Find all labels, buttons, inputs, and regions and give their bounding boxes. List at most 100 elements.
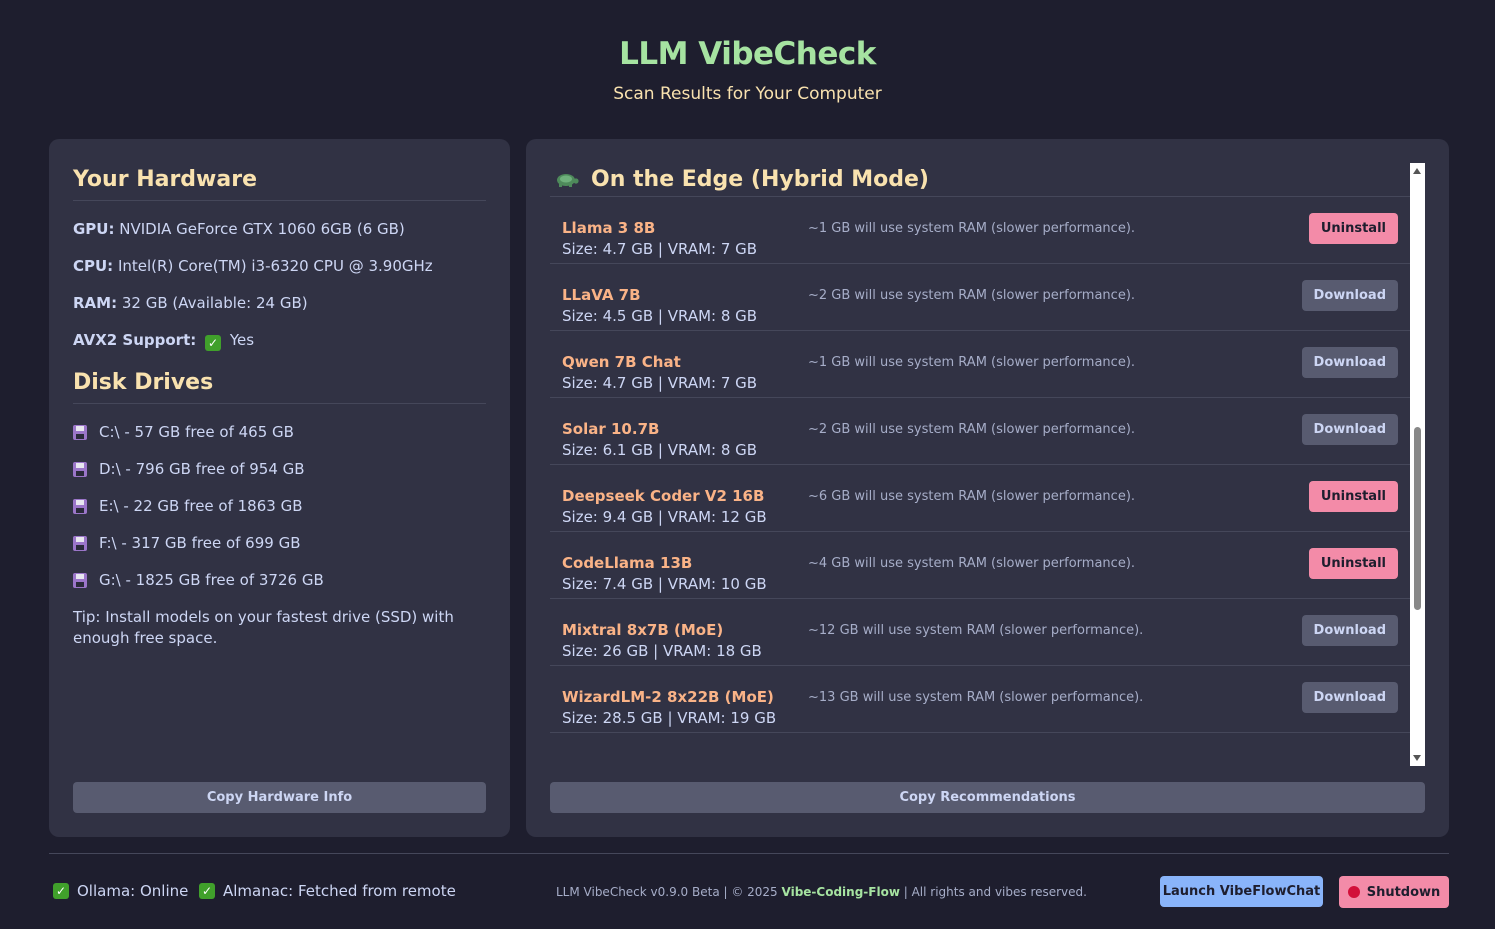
model-row: LLaVA 7B Size: 4.5 GB | VRAM: 8 GB ~2 GB… <box>550 264 1410 331</box>
install-tip: Tip: Install models on your fastest driv… <box>73 608 454 647</box>
floppy-disk-icon <box>73 461 87 477</box>
model-note: ~4 GB will use system RAM (slower perfor… <box>808 556 1136 571</box>
model-name: Qwen 7B Chat <box>562 353 681 371</box>
shutdown-button[interactable]: Shutdown <box>1339 876 1449 908</box>
app-title: LLM VibeCheck <box>619 36 876 72</box>
uninstall-button[interactable]: Uninstall <box>1308 548 1398 579</box>
download-button[interactable]: Download <box>1301 414 1398 445</box>
floppy-disk-icon <box>73 498 87 514</box>
checkmark-icon: ✓ <box>53 883 69 899</box>
uninstall-button[interactable]: Uninstall <box>1308 213 1398 244</box>
cpu-label: CPU: <box>73 257 114 275</box>
model-name: Llama 3 8B <box>562 219 656 237</box>
copy-hardware-button[interactable]: Copy Hardware Info <box>73 782 486 813</box>
disk-item: D:\ - 796 GB free of 954 GB <box>73 460 486 478</box>
model-specs: Size: 4.5 GB | VRAM: 8 GB <box>562 307 758 325</box>
disk-item: C:\ - 57 GB free of 465 GB <box>73 423 486 441</box>
scroll-up-arrow-icon[interactable] <box>1413 168 1421 174</box>
model-note: ~13 GB will use system RAM (slower perfo… <box>808 690 1144 705</box>
disk-item: G:\ - 1825 GB free of 3726 GB <box>73 571 486 589</box>
download-button[interactable]: Download <box>1301 347 1398 378</box>
model-specs: Size: 7.4 GB | VRAM: 10 GB <box>562 575 767 593</box>
model-note: ~1 GB will use system RAM (slower perfor… <box>808 355 1136 370</box>
disk-item-label: G:\ - 1825 GB free of 3726 GB <box>99 571 324 589</box>
model-row: Qwen 7B Chat Size: 4.7 GB | VRAM: 7 GB ~… <box>550 331 1410 398</box>
disk-item-label: F:\ - 317 GB free of 699 GB <box>99 534 301 552</box>
model-row: WizardLM-2 8x22B (MoE) Size: 28.5 GB | V… <box>550 666 1410 733</box>
scrollbar-thumb[interactable] <box>1414 427 1421 610</box>
ram-line: RAM: 32 GB (Available: 24 GB) <box>73 294 486 312</box>
model-row: Llama 3 8B Size: 4.7 GB | VRAM: 7 GB ~1 … <box>550 197 1410 264</box>
model-specs: Size: 4.7 GB | VRAM: 7 GB <box>562 240 758 258</box>
model-specs: Size: 28.5 GB | VRAM: 19 GB <box>562 709 777 727</box>
hardware-heading: Your Hardware <box>73 167 486 201</box>
download-button[interactable]: Download <box>1301 682 1398 713</box>
model-specs: Size: 4.7 GB | VRAM: 7 GB <box>562 374 758 392</box>
gpu-value: NVIDIA GeForce GTX 1060 6GB (6 GB) <box>119 220 405 238</box>
model-note: ~6 GB will use system RAM (slower perfor… <box>808 489 1136 504</box>
model-specs: Size: 6.1 GB | VRAM: 8 GB <box>562 441 758 459</box>
disk-item: F:\ - 317 GB free of 699 GB <box>73 534 486 552</box>
model-specs: Size: 9.4 GB | VRAM: 12 GB <box>562 508 767 526</box>
shutdown-label: Shutdown <box>1366 884 1441 900</box>
model-name: Mixtral 8x7B (MoE) <box>562 621 724 639</box>
disk-item-label: C:\ - 57 GB free of 465 GB <box>99 423 294 441</box>
almanac-status: ✓ Almanac: Fetched from remote <box>199 882 456 900</box>
footer-copyright: LLM VibeCheck v0.9.0 Beta | © 2025 Vibe-… <box>556 885 1087 899</box>
download-button[interactable]: Download <box>1301 615 1398 646</box>
disk-item-label: D:\ - 796 GB free of 954 GB <box>99 460 305 478</box>
avx-value: Yes <box>229 331 255 349</box>
almanac-status-label: Almanac: Fetched from remote <box>223 882 456 900</box>
floppy-disk-icon <box>73 572 87 588</box>
uninstall-button[interactable]: Uninstall <box>1308 481 1398 512</box>
disk-item: E:\ - 22 GB free of 1863 GB <box>73 497 486 515</box>
app-subtitle: Scan Results for Your Computer <box>613 84 882 104</box>
scroll-down-arrow-icon[interactable] <box>1413 755 1421 761</box>
hardware-panel: Your Hardware GPU: NVIDIA GeForce GTX 10… <box>49 139 510 837</box>
disk-item-label: E:\ - 22 GB free of 1863 GB <box>99 497 303 515</box>
cpu-value: Intel(R) Core(TM) i3-6320 CPU @ 3.90GHz <box>117 257 433 275</box>
floppy-disk-icon <box>73 535 87 551</box>
checkmark-icon: ✓ <box>205 335 222 351</box>
cpu-line: CPU: Intel(R) Core(TM) i3-6320 CPU @ 3.9… <box>73 257 486 275</box>
ram-value: 32 GB (Available: 24 GB) <box>121 294 308 312</box>
tier-heading: On the Edge (Hybrid Mode) <box>550 163 1410 197</box>
turtle-icon <box>557 173 579 187</box>
gpu-line: GPU: NVIDIA GeForce GTX 1060 6GB (6 GB) <box>73 220 486 238</box>
recommendations-panel: On the Edge (Hybrid Mode) Llama 3 8B Siz… <box>526 139 1449 837</box>
disk-heading: Disk Drives <box>73 370 486 404</box>
model-name: Deepseek Coder V2 16B <box>562 487 765 505</box>
model-note: ~12 GB will use system RAM (slower perfo… <box>808 623 1144 638</box>
model-note: ~2 GB will use system RAM (slower perfor… <box>808 422 1136 437</box>
model-specs: Size: 26 GB | VRAM: 18 GB <box>562 642 762 660</box>
model-row: Deepseek Coder V2 16B Size: 9.4 GB | VRA… <box>550 465 1410 532</box>
copyright-suffix: | All rights and vibes reserved. <box>899 885 1087 899</box>
tier-heading-label: On the Edge (Hybrid Mode) <box>591 167 929 192</box>
floppy-disk-icon <box>73 424 87 440</box>
scrollbar[interactable] <box>1410 163 1425 766</box>
red-circle-icon <box>1347 886 1360 898</box>
model-name: LLaVA 7B <box>562 286 641 304</box>
ollama-status: ✓ Ollama: Online <box>53 882 188 900</box>
model-note: ~2 GB will use system RAM (slower perfor… <box>808 288 1136 303</box>
copy-recommendations-button[interactable]: Copy Recommendations <box>550 782 1425 813</box>
model-row: Mixtral 8x7B (MoE) Size: 26 GB | VRAM: 1… <box>550 599 1410 666</box>
page-header: LLM VibeCheck Scan Results for Your Comp… <box>0 36 1495 104</box>
model-name: Solar 10.7B <box>562 420 660 438</box>
model-note: ~1 GB will use system RAM (slower perfor… <box>808 221 1136 236</box>
download-button[interactable]: Download <box>1301 280 1398 311</box>
avx-label: AVX2 Support: <box>73 331 197 349</box>
recommendations-list[interactable]: On the Edge (Hybrid Mode) Llama 3 8B Siz… <box>550 163 1410 766</box>
ollama-status-label: Ollama: Online <box>77 882 189 900</box>
copyright-prefix: LLM VibeCheck v0.9.0 Beta | © 2025 <box>556 885 782 899</box>
model-row: Solar 10.7B Size: 6.1 GB | VRAM: 8 GB ~2… <box>550 398 1410 465</box>
avx-line: AVX2 Support: ✓ Yes <box>73 331 486 351</box>
model-row: CodeLlama 13B Size: 7.4 GB | VRAM: 10 GB… <box>550 532 1410 599</box>
launch-vibeflowchat-button[interactable]: Launch VibeFlowChat <box>1160 876 1323 907</box>
model-name: WizardLM-2 8x22B (MoE) <box>562 688 774 706</box>
gpu-label: GPU: <box>73 220 115 238</box>
footer-divider <box>49 853 1449 854</box>
checkmark-icon: ✓ <box>199 883 215 899</box>
model-name: CodeLlama 13B <box>562 554 693 572</box>
brand-name: Vibe-Coding-Flow <box>781 885 900 899</box>
